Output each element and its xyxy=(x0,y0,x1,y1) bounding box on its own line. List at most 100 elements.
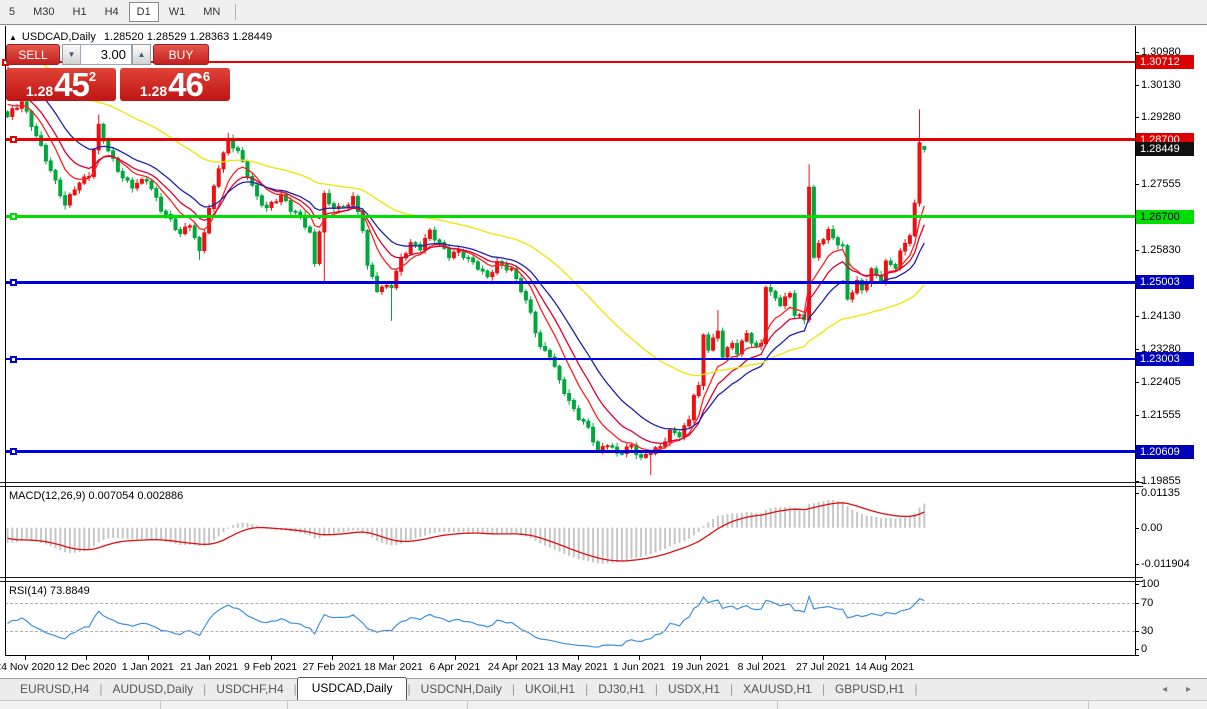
candle xyxy=(312,231,317,264)
buy-price-sup: 6 xyxy=(202,69,211,84)
hline-handle-1.20609[interactable] xyxy=(10,448,17,456)
one-click-trade-panel: SELL ▼ ▲ BUY 1.28 45 2 1.28 46 6 xyxy=(6,44,231,101)
hline-1.287[interactable] xyxy=(5,138,1135,142)
candle xyxy=(643,453,648,458)
candle xyxy=(341,205,346,208)
candle xyxy=(658,446,663,449)
tab-xauusd-h1[interactable]: XAUUSD,H1 xyxy=(733,679,822,700)
candle xyxy=(504,263,509,271)
date-axis-label: 14 Aug 2021 xyxy=(855,661,915,673)
candle xyxy=(523,291,528,301)
candle xyxy=(216,168,221,187)
candle xyxy=(255,184,260,197)
buy-price-tile[interactable]: 1.28 46 6 xyxy=(120,68,230,101)
hline-1.23003[interactable] xyxy=(5,358,1135,361)
candle xyxy=(58,179,63,197)
price-axis-tick: 1.19855 xyxy=(1141,474,1181,487)
macd-axis-tickmark xyxy=(1135,492,1139,494)
price-badge-1.26700: 1.26700 xyxy=(1136,209,1194,224)
hline-1.25003[interactable] xyxy=(5,280,1135,284)
toolbar-timeframe-5[interactable]: 5 xyxy=(1,2,23,22)
toolbar-timeframe-h1[interactable]: H1 xyxy=(65,2,95,22)
tab-usdx-h1[interactable]: USDX,H1 xyxy=(658,679,730,700)
rsi-axis-tick: 0 xyxy=(1141,643,1148,655)
sell-price-frac: 1.28 xyxy=(25,83,54,99)
candle xyxy=(317,231,322,264)
candle xyxy=(715,330,720,339)
tab-gbpusd-h1[interactable]: GBPUSD,H1 xyxy=(825,679,914,700)
toolbar-timeframe-d1[interactable]: D1 xyxy=(128,2,159,22)
moving-average-21 xyxy=(7,66,925,431)
macd-axis-tickmark xyxy=(1135,564,1139,566)
candle xyxy=(418,243,423,251)
volume-input[interactable] xyxy=(80,44,132,65)
date-axis-tickmark xyxy=(761,656,763,660)
candle xyxy=(183,226,188,235)
sell-button[interactable]: SELL xyxy=(6,44,60,65)
hline-handle-1.23003[interactable] xyxy=(10,355,17,363)
candle xyxy=(365,230,370,266)
candle xyxy=(163,210,168,215)
hline-1.20609[interactable] xyxy=(5,450,1135,454)
tab-audusd-daily[interactable]: AUDUSD,Daily xyxy=(102,679,203,700)
candle xyxy=(845,245,850,300)
pane-splitter-1[interactable] xyxy=(0,581,1143,582)
date-axis-label: 8 Jul 2021 xyxy=(737,661,787,673)
date-axis-label: 12 Dec 2020 xyxy=(56,661,117,673)
hline-1.267[interactable] xyxy=(5,215,1135,219)
candle xyxy=(835,237,840,246)
candle xyxy=(907,235,912,244)
price-axis-tick: 1.30130 xyxy=(1141,78,1181,91)
volume-increase-button[interactable]: ▲ xyxy=(132,44,151,65)
candle xyxy=(259,195,264,206)
buy-price-big: 46 xyxy=(168,66,204,103)
buy-button[interactable]: BUY xyxy=(153,44,209,65)
candle xyxy=(10,108,15,117)
rsi-axis-tickmark xyxy=(1135,649,1139,650)
pane-splitter-0[interactable] xyxy=(0,482,1143,483)
rsi-axis-tick: 100 xyxy=(1141,578,1160,590)
date-axis-tickmark xyxy=(147,656,149,660)
rsi-level-70 xyxy=(5,602,1135,604)
candle xyxy=(394,270,399,289)
candle xyxy=(754,342,759,347)
candle xyxy=(144,178,149,182)
date-axis-tickmark xyxy=(332,656,333,660)
trade-panel-row: SELL ▼ ▲ BUY xyxy=(6,44,231,65)
price-badge-1.30712: 1.30712 xyxy=(1136,55,1194,69)
candle xyxy=(48,160,53,171)
date-axis-label: 24 Apr 2021 xyxy=(487,661,545,673)
sell-price-tile[interactable]: 1.28 45 2 xyxy=(6,68,116,101)
candle xyxy=(730,343,735,349)
hline-handle-1.267[interactable] xyxy=(10,213,17,221)
tab-eurusd-h4[interactable]: EURUSD,H4 xyxy=(10,679,99,700)
toolbar-timeframe-mn[interactable]: MN xyxy=(195,2,228,22)
pane-splitter-0[interactable] xyxy=(0,486,1143,487)
candle xyxy=(850,292,855,300)
hline-handle-1.287[interactable] xyxy=(10,136,17,144)
toolbar-timeframe-w1[interactable]: W1 xyxy=(161,2,194,22)
status-separator xyxy=(1088,701,1089,709)
price-axis-tick: 1.25830 xyxy=(1141,244,1181,257)
tab-ukoil-h1[interactable]: UKOil,H1 xyxy=(515,679,585,700)
tab-usdcad-daily[interactable]: USDCAD,Daily xyxy=(296,677,408,700)
tab-usdcnh-daily[interactable]: USDCNH,Daily xyxy=(411,679,512,700)
tab-scroll-arrows[interactable]: ◂ ▸ xyxy=(1162,684,1199,695)
candle xyxy=(15,107,20,110)
pane-splitter-1[interactable] xyxy=(0,577,1143,578)
hline-handle-1.25003[interactable] xyxy=(10,278,17,286)
toolbar-timeframe-m30[interactable]: M30 xyxy=(25,2,62,22)
toolbar-timeframe-h4[interactable]: H4 xyxy=(97,2,127,22)
candle xyxy=(451,251,456,259)
volume-decrease-button[interactable]: ▼ xyxy=(62,44,81,65)
tab-dj30-h1[interactable]: DJ30,H1 xyxy=(588,679,655,700)
candle xyxy=(5,111,10,117)
tab-usdchf-h4[interactable]: USDCHF,H4 xyxy=(206,679,293,700)
status-separator xyxy=(777,701,778,709)
candle xyxy=(29,110,34,127)
candle xyxy=(480,268,485,272)
candle xyxy=(149,180,154,190)
candle xyxy=(816,243,821,258)
candle xyxy=(581,419,586,422)
rsi-pane-canvas[interactable] xyxy=(5,582,1135,655)
